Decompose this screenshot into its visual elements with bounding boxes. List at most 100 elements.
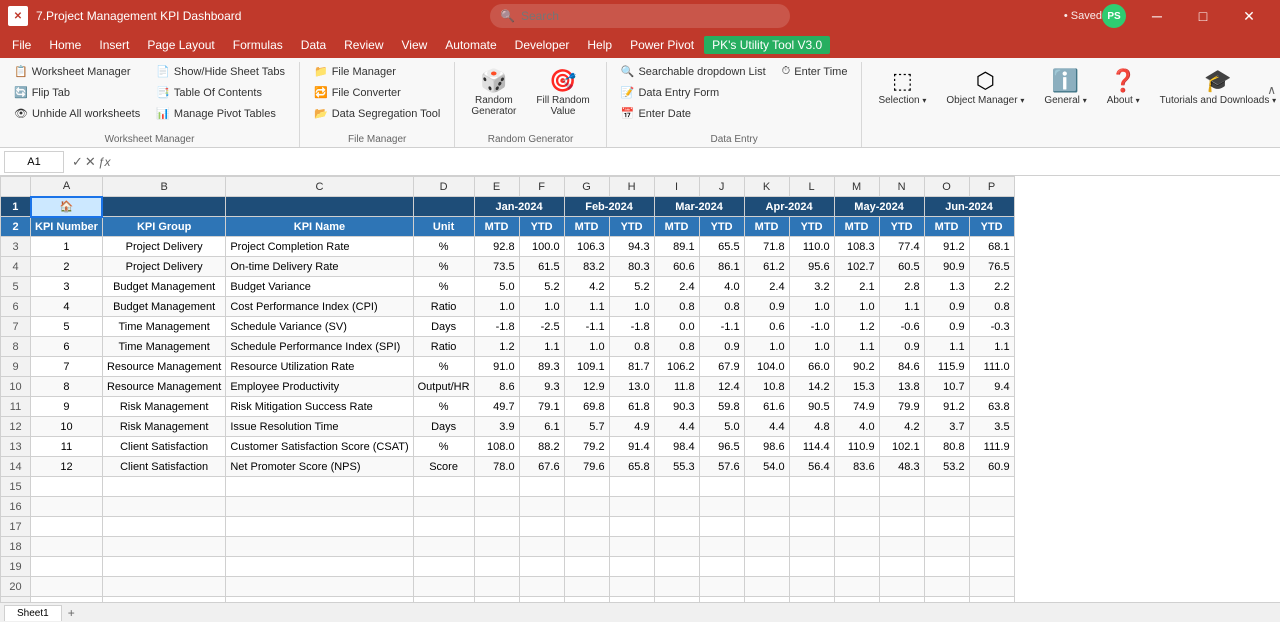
cell-d4[interactable]: % — [413, 257, 474, 277]
cell-p6[interactable]: 0.8 — [969, 297, 1014, 317]
cell-o4[interactable]: 90.9 — [924, 257, 969, 277]
menu-pk-tool[interactable]: PK's Utility Tool V3.0 — [704, 36, 830, 54]
cell-k13[interactable]: 98.6 — [744, 437, 789, 457]
cell-a6[interactable]: 4 — [31, 297, 103, 317]
menu-file[interactable]: File — [4, 36, 39, 54]
cell-n2[interactable]: YTD — [879, 217, 924, 237]
cell-c2[interactable]: KPI Name — [226, 217, 413, 237]
cell-d13[interactable]: % — [413, 437, 474, 457]
cell-p4[interactable]: 76.5 — [969, 257, 1014, 277]
cell-j7[interactable]: -1.1 — [699, 317, 744, 337]
cell-h9[interactable]: 81.7 — [609, 357, 654, 377]
cell-g12[interactable]: 5.7 — [564, 417, 609, 437]
cell-e10[interactable]: 8.6 — [474, 377, 519, 397]
cell-j2[interactable]: YTD — [699, 217, 744, 237]
cell-j12[interactable]: 5.0 — [699, 417, 744, 437]
col-k[interactable]: K — [744, 177, 789, 197]
col-h[interactable]: H — [609, 177, 654, 197]
cell-f10[interactable]: 9.3 — [519, 377, 564, 397]
cell-p3[interactable]: 68.1 — [969, 237, 1014, 257]
manage-pivot-btn[interactable]: 📊 Manage Pivot Tables — [150, 104, 291, 123]
cell-a9[interactable]: 7 — [31, 357, 103, 377]
cell-h14[interactable]: 65.8 — [609, 457, 654, 477]
cell-g11[interactable]: 69.8 — [564, 397, 609, 417]
menu-page-layout[interactable]: Page Layout — [139, 36, 222, 54]
cell-n9[interactable]: 84.6 — [879, 357, 924, 377]
cell-k3[interactable]: 71.8 — [744, 237, 789, 257]
add-sheet-btn[interactable]: + — [68, 606, 75, 620]
cell-a5[interactable]: 3 — [31, 277, 103, 297]
show-hide-sheets-btn[interactable]: 📄 Show/Hide Sheet Tabs — [150, 62, 291, 81]
cell-b1[interactable] — [102, 197, 225, 217]
cell-n12[interactable]: 4.2 — [879, 417, 924, 437]
cell-i10[interactable]: 11.8 — [654, 377, 699, 397]
random-generator-btn[interactable]: 🎲 RandomGenerator — [463, 62, 524, 123]
cell-b3[interactable]: Project Delivery — [102, 237, 225, 257]
menu-power-pivot[interactable]: Power Pivot — [622, 36, 702, 54]
cell-f9[interactable]: 89.3 — [519, 357, 564, 377]
cell-c10[interactable]: Employee Productivity — [226, 377, 413, 397]
menu-data[interactable]: Data — [293, 36, 334, 54]
cell-l10[interactable]: 14.2 — [789, 377, 834, 397]
cell-m14[interactable]: 83.6 — [834, 457, 879, 477]
cell-h13[interactable]: 91.4 — [609, 437, 654, 457]
cell-o5[interactable]: 1.3 — [924, 277, 969, 297]
cell-c14[interactable]: Net Promoter Score (NPS) — [226, 457, 413, 477]
cell-k5[interactable]: 2.4 — [744, 277, 789, 297]
cell-h11[interactable]: 61.8 — [609, 397, 654, 417]
cell-c7[interactable]: Schedule Variance (SV) — [226, 317, 413, 337]
cell-c12[interactable]: Issue Resolution Time — [226, 417, 413, 437]
cell-g9[interactable]: 109.1 — [564, 357, 609, 377]
cell-f4[interactable]: 61.5 — [519, 257, 564, 277]
cell-i2[interactable]: MTD — [654, 217, 699, 237]
col-e[interactable]: E — [474, 177, 519, 197]
cell-f13[interactable]: 88.2 — [519, 437, 564, 457]
cell-b6[interactable]: Budget Management — [102, 297, 225, 317]
cell-k9[interactable]: 104.0 — [744, 357, 789, 377]
cell-n11[interactable]: 79.9 — [879, 397, 924, 417]
cell-h4[interactable]: 80.3 — [609, 257, 654, 277]
cell-a7[interactable]: 5 — [31, 317, 103, 337]
cell-p10[interactable]: 9.4 — [969, 377, 1014, 397]
cell-n7[interactable]: -0.6 — [879, 317, 924, 337]
object-manager-btn[interactable]: ⬡ Object Manager ▾ — [938, 62, 1032, 112]
cell-k7[interactable]: 0.6 — [744, 317, 789, 337]
cell-jan[interactable]: Jan-2024 — [474, 197, 564, 217]
cell-b5[interactable]: Budget Management — [102, 277, 225, 297]
search-input[interactable] — [521, 9, 780, 23]
col-m[interactable]: M — [834, 177, 879, 197]
cell-a8[interactable]: 6 — [31, 337, 103, 357]
menu-review[interactable]: Review — [336, 36, 391, 54]
cell-l8[interactable]: 1.0 — [789, 337, 834, 357]
menu-formulas[interactable]: Formulas — [225, 36, 291, 54]
cell-f5[interactable]: 5.2 — [519, 277, 564, 297]
cell-m13[interactable]: 110.9 — [834, 437, 879, 457]
cell-b7[interactable]: Time Management — [102, 317, 225, 337]
about-btn[interactable]: ❓ About ▾ — [1099, 62, 1148, 112]
file-manager-btn[interactable]: 📁 File Manager — [308, 62, 446, 81]
cell-h2[interactable]: YTD — [609, 217, 654, 237]
cell-h12[interactable]: 4.9 — [609, 417, 654, 437]
cell-l3[interactable]: 110.0 — [789, 237, 834, 257]
cell-c6[interactable]: Cost Performance Index (CPI) — [226, 297, 413, 317]
cell-a13[interactable]: 11 — [31, 437, 103, 457]
cell-o2[interactable]: MTD — [924, 217, 969, 237]
cell-i12[interactable]: 4.4 — [654, 417, 699, 437]
cell-b2[interactable]: KPI Group — [102, 217, 225, 237]
cell-g13[interactable]: 79.2 — [564, 437, 609, 457]
searchable-dropdown-btn[interactable]: 🔍 Searchable dropdown List — [615, 62, 772, 81]
col-b[interactable]: B — [102, 177, 225, 197]
cell-l6[interactable]: 1.0 — [789, 297, 834, 317]
cell-l7[interactable]: -1.0 — [789, 317, 834, 337]
col-d[interactable]: D — [413, 177, 474, 197]
flip-tab-btn[interactable]: 🔄 Flip Tab — [8, 83, 146, 102]
cell-n5[interactable]: 2.8 — [879, 277, 924, 297]
cell-e7[interactable]: -1.8 — [474, 317, 519, 337]
cell-m8[interactable]: 1.1 — [834, 337, 879, 357]
menu-help[interactable]: Help — [579, 36, 620, 54]
data-entry-form-btn[interactable]: 📝 Data Entry Form — [615, 83, 772, 102]
cell-d12[interactable]: Days — [413, 417, 474, 437]
col-p[interactable]: P — [969, 177, 1014, 197]
tutorials-btn[interactable]: 🎓 Tutorials and Downloads ▾ — [1152, 62, 1280, 112]
cell-b8[interactable]: Time Management — [102, 337, 225, 357]
